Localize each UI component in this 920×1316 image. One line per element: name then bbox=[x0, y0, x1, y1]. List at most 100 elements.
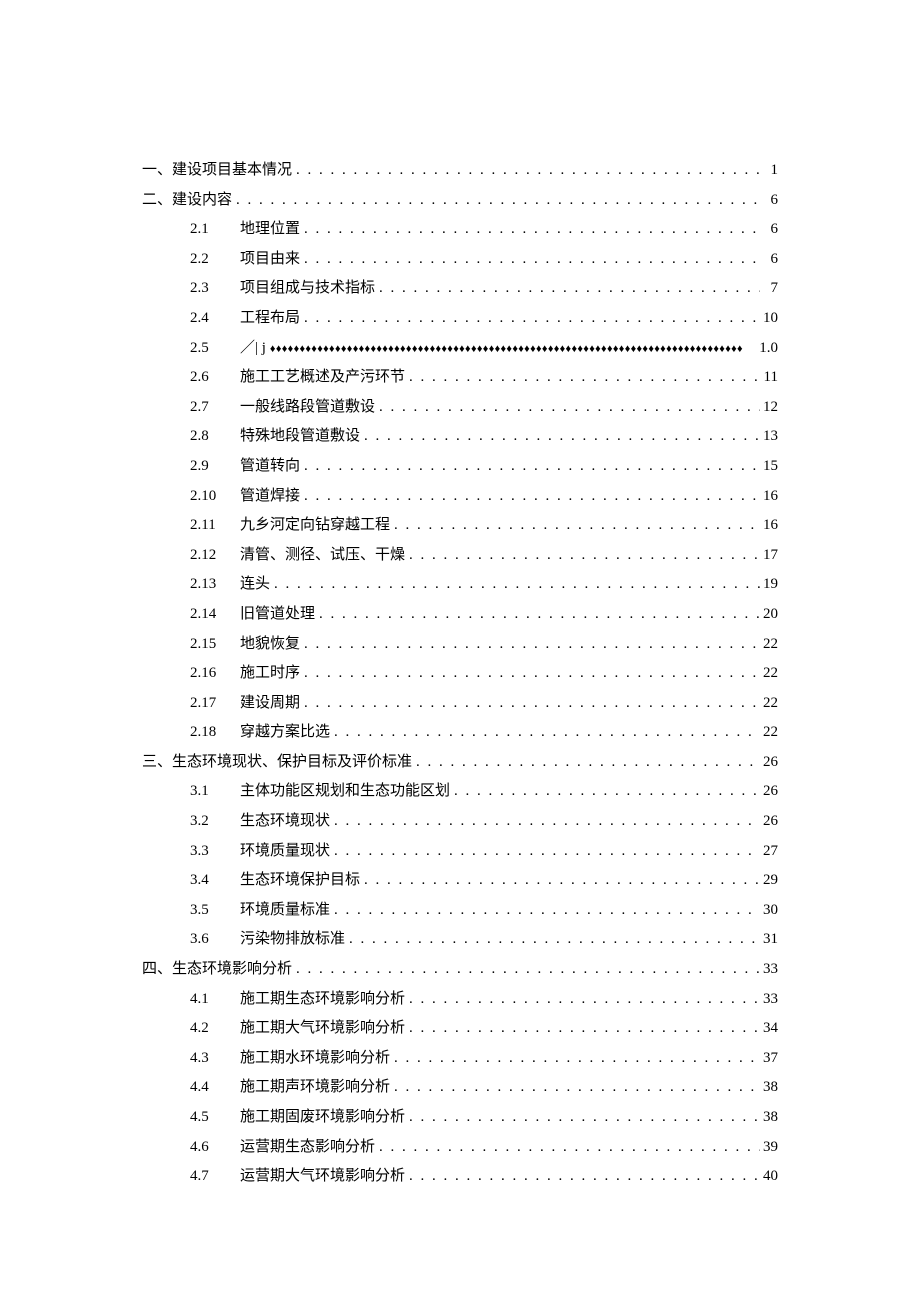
toc-subsection-number: 4.4 bbox=[190, 1077, 240, 1098]
toc-leader-dots bbox=[375, 397, 760, 418]
toc-leader-dots bbox=[360, 426, 760, 447]
toc-subsection-number: 4.1 bbox=[190, 989, 240, 1010]
toc-leader-dots bbox=[300, 249, 760, 270]
toc-entry: 2.4工程布局 10 bbox=[142, 308, 778, 338]
toc-page-number: 15 bbox=[760, 456, 778, 477]
toc-entry: 2.5／| j1.0 bbox=[142, 338, 778, 368]
toc-title: 地貌恢复 bbox=[240, 634, 300, 655]
toc-subsection-number: 3.3 bbox=[190, 841, 240, 862]
toc-page-number: 37 bbox=[760, 1048, 778, 1069]
toc-leader-dots bbox=[450, 781, 760, 802]
toc-leader-dots bbox=[390, 515, 760, 536]
toc-title: 工程布局 bbox=[240, 308, 300, 329]
toc-leader-dots bbox=[375, 1137, 760, 1158]
toc-entry: 4.7运营期大气环境影响分析40 bbox=[142, 1166, 778, 1196]
toc-page-number: 29 bbox=[760, 870, 778, 891]
toc-leader-dots bbox=[375, 278, 760, 299]
toc-entry: 2.8特殊地段管道敷设13 bbox=[142, 426, 778, 456]
toc-leader-dots bbox=[405, 367, 760, 388]
toc-subsection-number: 2.5 bbox=[190, 338, 240, 359]
toc-entry: 2.7一般线路段管道敷设12 bbox=[142, 397, 778, 427]
toc-page-number: 38 bbox=[760, 1107, 778, 1128]
toc-title: 主体功能区规划和生态功能区划 bbox=[240, 781, 450, 802]
toc-entry: 2.14旧管道处理 20 bbox=[142, 604, 778, 634]
toc-title: 项目由来 bbox=[240, 249, 300, 270]
toc-entry: 4.2施工期大气环境影响分析34 bbox=[142, 1018, 778, 1048]
toc-leader-dots bbox=[405, 1166, 760, 1187]
toc-leader-dots bbox=[300, 693, 760, 714]
toc-leader-dots bbox=[330, 841, 760, 862]
toc-leader-dots bbox=[292, 160, 760, 181]
toc-page-number: 20 bbox=[760, 604, 778, 625]
toc-page-number: 10 bbox=[760, 308, 778, 329]
toc-page-number: 6 bbox=[760, 219, 778, 240]
toc-entry: 2.11九乡河定向钻穿越工程16 bbox=[142, 515, 778, 545]
toc-entry: 4.5施工期固废环境影响分析38 bbox=[142, 1107, 778, 1137]
toc-page-number: 1 bbox=[760, 160, 778, 181]
toc-leader-dots bbox=[390, 1077, 760, 1098]
toc-page-number: 19 bbox=[760, 574, 778, 595]
toc-page-number: 22 bbox=[760, 722, 778, 743]
toc-subsection-number: 2.8 bbox=[190, 426, 240, 447]
toc-subsection-number: 3.4 bbox=[190, 870, 240, 891]
toc-subsection-number: 2.15 bbox=[190, 634, 240, 655]
toc-page-number: 38 bbox=[760, 1077, 778, 1098]
toc-page-number: 26 bbox=[760, 752, 778, 773]
toc-title: 特殊地段管道敷设 bbox=[240, 426, 360, 447]
toc-page-number: 16 bbox=[760, 515, 778, 536]
toc-leader-dots bbox=[300, 308, 760, 329]
toc-entry: 3.2生态环境现状26 bbox=[142, 811, 778, 841]
toc-title: 地理位置 bbox=[240, 219, 300, 240]
toc-title: 环境质量标准 bbox=[240, 900, 330, 921]
toc-title: 施工时序 bbox=[240, 663, 300, 684]
toc-subsection-number: 2.4 bbox=[190, 308, 240, 329]
toc-subsection-number: 2.7 bbox=[190, 397, 240, 418]
toc-page-number: 12 bbox=[760, 397, 778, 418]
toc-leader-dots bbox=[405, 1107, 760, 1128]
toc-subsection-number: 3.1 bbox=[190, 781, 240, 802]
toc-leader-dots bbox=[405, 989, 760, 1010]
toc-title: 施工期声环境影响分析 bbox=[240, 1077, 390, 1098]
toc-title: 九乡河定向钻穿越工程 bbox=[240, 515, 390, 536]
toc-page-number: 22 bbox=[760, 693, 778, 714]
toc-title: 环境质量现状 bbox=[240, 841, 330, 862]
toc-title: 生态环境影响分析 bbox=[172, 959, 292, 980]
toc-entry: 2.15地貌恢复22 bbox=[142, 634, 778, 664]
toc-entry: 2.12清管、测径、试压、干燥17 bbox=[142, 545, 778, 575]
toc-subsection-number: 2.18 bbox=[190, 722, 240, 743]
toc-leader-dots bbox=[300, 663, 760, 684]
toc-leader-dots bbox=[292, 959, 760, 980]
table-of-contents: 一、建设项目基本情况1二、建设内容62.1地理位置62.2项目由来62.3项目组… bbox=[142, 160, 778, 1196]
page: 一、建设项目基本情况1二、建设内容62.1地理位置62.2项目由来62.3项目组… bbox=[0, 0, 920, 1316]
toc-title: 旧管道处理 bbox=[240, 604, 315, 625]
toc-page-number: 22 bbox=[760, 663, 778, 684]
toc-leader-dots bbox=[300, 456, 760, 477]
toc-title: 穿越方案比选 bbox=[240, 722, 330, 743]
toc-subsection-number: 4.2 bbox=[190, 1018, 240, 1039]
toc-leader-dots bbox=[360, 870, 760, 891]
toc-subsection-number: 2.6 bbox=[190, 367, 240, 388]
toc-page-number: 6 bbox=[760, 249, 778, 270]
toc-subsection-number: 2.14 bbox=[190, 604, 240, 625]
toc-leader-dots bbox=[405, 545, 760, 566]
toc-page-number: 26 bbox=[760, 811, 778, 832]
toc-leader-dots bbox=[345, 929, 760, 950]
toc-title: 生态环境现状、保护目标及评价标准 bbox=[172, 752, 412, 773]
toc-leader-dots bbox=[232, 190, 760, 211]
toc-leader-dots bbox=[405, 1018, 760, 1039]
toc-subsection-number: 4.7 bbox=[190, 1166, 240, 1187]
toc-title: 运营期大气环境影响分析 bbox=[240, 1166, 405, 1187]
toc-subsection-number: 2.10 bbox=[190, 486, 240, 507]
toc-entry: 四、生态环境影响分析33 bbox=[142, 959, 778, 989]
toc-leader-dots bbox=[390, 1048, 760, 1069]
toc-page-number: 17 bbox=[760, 545, 778, 566]
toc-title: 运营期生态影响分析 bbox=[240, 1137, 375, 1158]
toc-page-number: 26 bbox=[760, 781, 778, 802]
toc-page-number: 30 bbox=[760, 900, 778, 921]
toc-entry: 3.6污染物排放标准31 bbox=[142, 929, 778, 959]
toc-page-number: 11 bbox=[760, 367, 778, 388]
toc-title: 生态环境保护目标 bbox=[240, 870, 360, 891]
toc-title: 建设项目基本情况 bbox=[172, 160, 292, 181]
toc-entry: 4.4施工期声环境影响分析 38 bbox=[142, 1077, 778, 1107]
toc-subsection-number: 2.3 bbox=[190, 278, 240, 299]
